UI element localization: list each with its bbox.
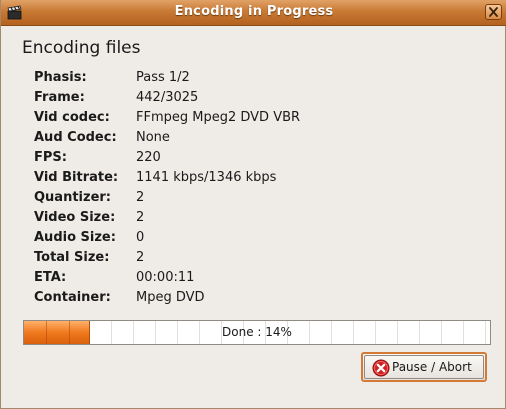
encoding-dialog: Encoding in Progress Encoding files Phas… (0, 0, 506, 409)
field-value: FFmpeg Mpeg2 DVD VBR (136, 110, 301, 125)
title-bar[interactable]: Encoding in Progress (1, 0, 506, 26)
pause-abort-button[interactable]: Pause / Abort (361, 352, 487, 382)
encoding-progress-bar: Done : 14% (23, 320, 491, 345)
field-value: 220 (136, 150, 161, 165)
field-label: ETA: (34, 270, 67, 285)
field-label: Phasis: (34, 70, 87, 85)
field-value: 0 (136, 230, 145, 245)
field-label: Aud Codec: (34, 130, 117, 145)
field-value: Pass 1/2 (136, 70, 190, 85)
field-label: Audio Size: (34, 230, 116, 245)
field-value: None (136, 130, 170, 145)
field-value: 00:00:11 (136, 270, 195, 285)
field-value: Mpeg DVD (136, 290, 205, 305)
field-label: Quantizer: (34, 190, 111, 205)
close-button[interactable] (485, 4, 502, 20)
progress-text: Done : 14% (222, 325, 292, 339)
field-label: Frame: (34, 90, 85, 105)
field-label: Container: (34, 290, 111, 305)
section-heading: Encoding files (22, 38, 141, 58)
close-icon (489, 7, 498, 17)
field-label: Video Size: (34, 210, 116, 225)
stop-icon (372, 359, 390, 377)
field-label: Total Size: (34, 250, 110, 265)
window-title: Encoding in Progress (174, 4, 334, 19)
field-label: Vid Bitrate: (34, 170, 119, 185)
field-value: 442/3025 (136, 90, 199, 105)
field-value: 2 (136, 190, 145, 205)
field-value: 2 (136, 250, 145, 265)
field-label: FPS: (34, 150, 67, 165)
field-value: 2 (136, 210, 145, 225)
field-label: Vid codec: (34, 110, 110, 125)
field-value: 1141 kbps/1346 kbps (136, 170, 277, 185)
pause-abort-label: Pause / Abort (392, 360, 472, 374)
